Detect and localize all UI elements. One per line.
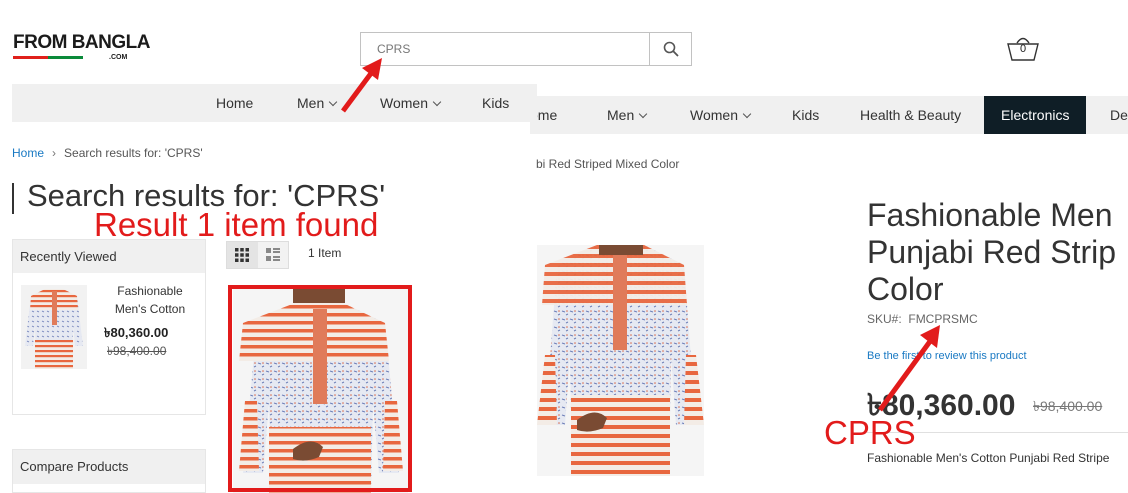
arrow-to-sku <box>877 325 940 412</box>
arrow-to-search <box>340 58 382 113</box>
page: ome Men Women Kids Health & Beauty Elect… <box>0 0 1128 493</box>
annotation-arrows <box>340 58 940 412</box>
annotation-cprs: CPRS <box>824 414 916 451</box>
